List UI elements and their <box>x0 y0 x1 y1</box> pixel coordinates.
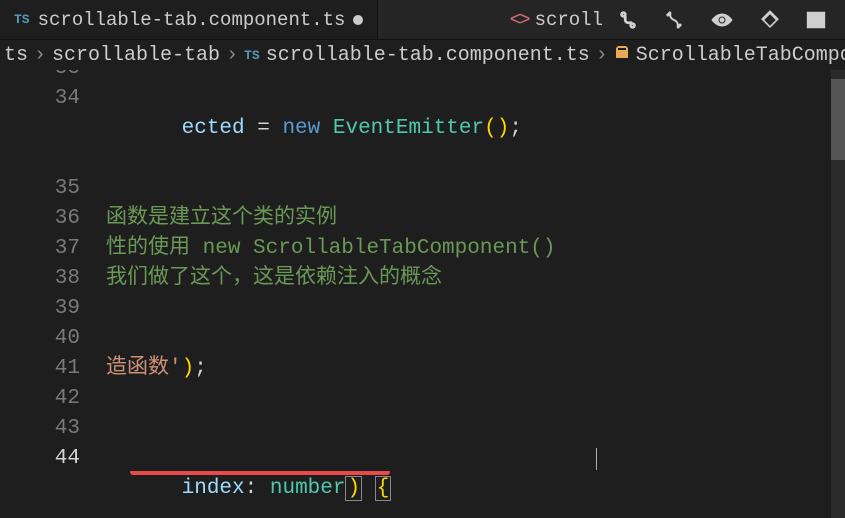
typescript-icon: TS <box>14 12 30 27</box>
class-icon <box>614 44 630 67</box>
preview-icon[interactable] <box>709 9 735 31</box>
breadcrumb-label: scrollable-tab.component.ts <box>266 44 590 67</box>
code-line: 34 ected = new EventEmitter(); <box>0 84 845 174</box>
line-number: 35 <box>0 174 106 204</box>
source-control-icon[interactable] <box>617 9 639 31</box>
line-number: 41 <box>0 354 106 384</box>
code-line: 37 性的使用 new ScrollableTabComponent() <box>0 234 845 264</box>
code-editor[interactable]: 33 srcolor 'brown'; 34 ected = new Event… <box>0 70 845 518</box>
breadcrumb-item[interactable]: ScrollableTabComponent <box>614 44 845 67</box>
line-number: 38 <box>0 264 106 294</box>
breadcrumb-item[interactable]: scrollable-tab <box>52 44 220 67</box>
editor-scrollbar[interactable] <box>831 70 845 518</box>
line-number: 36 <box>0 204 106 234</box>
title-bar-action[interactable]: <> scroll <box>496 9 617 31</box>
code-line: 43 <box>0 414 845 444</box>
editor-tab-bar: TS scrollable-tab.component.ts <> scroll <box>0 0 845 40</box>
code-line: 44 index: number) { <box>0 444 845 518</box>
line-number: 39 <box>0 294 106 324</box>
line-number: 44 <box>0 444 106 474</box>
editor-tab[interactable]: TS scrollable-tab.component.ts <box>0 0 378 39</box>
code-line: 36 函数是建立这个类的实例 <box>0 204 845 234</box>
typescript-icon: TS <box>244 48 260 63</box>
code-line: 35 <box>0 174 845 204</box>
breadcrumb-item[interactable]: TS scrollable-tab.component.ts <box>244 44 590 67</box>
text-cursor-icon <box>596 448 597 470</box>
code-line: 40 <box>0 324 845 354</box>
breadcrumb-item[interactable]: ts <box>4 44 28 67</box>
unsaved-dot-icon <box>353 15 363 25</box>
line-number: 34 <box>0 84 106 114</box>
code-line: 42 <box>0 384 845 414</box>
line-number: 42 <box>0 384 106 414</box>
line-number: 33 <box>0 70 106 84</box>
split-editor-icon[interactable] <box>805 9 827 31</box>
chevron-right-icon: › <box>28 44 52 67</box>
code-line: 41 造函数'); <box>0 354 845 384</box>
code-line: 33 srcolor 'brown'; <box>0 70 845 84</box>
breadcrumb[interactable]: ts › scrollable-tab › TS scrollable-tab.… <box>0 40 845 70</box>
compare-icon[interactable] <box>663 9 685 31</box>
code-line: 38 我们做了这个，这是依赖注入的概念 <box>0 264 845 294</box>
chevron-right-icon: › <box>220 44 244 67</box>
breadcrumb-label: ScrollableTabComponent <box>636 44 845 67</box>
editor-toolbar-icons <box>617 9 845 31</box>
code-bracket-icon: <> <box>510 9 529 31</box>
line-number: 40 <box>0 324 106 354</box>
chevron-right-icon: › <box>590 44 614 67</box>
tab-filename: scrollable-tab.component.ts <box>38 9 346 31</box>
line-number: 43 <box>0 414 106 444</box>
title-action-label: scroll <box>535 9 603 31</box>
scrollbar-thumb[interactable] <box>831 79 845 160</box>
git-branch-icon[interactable] <box>759 9 781 31</box>
line-number: 37 <box>0 234 106 264</box>
annotation-underline <box>130 471 390 475</box>
code-line: 39 <box>0 294 845 324</box>
